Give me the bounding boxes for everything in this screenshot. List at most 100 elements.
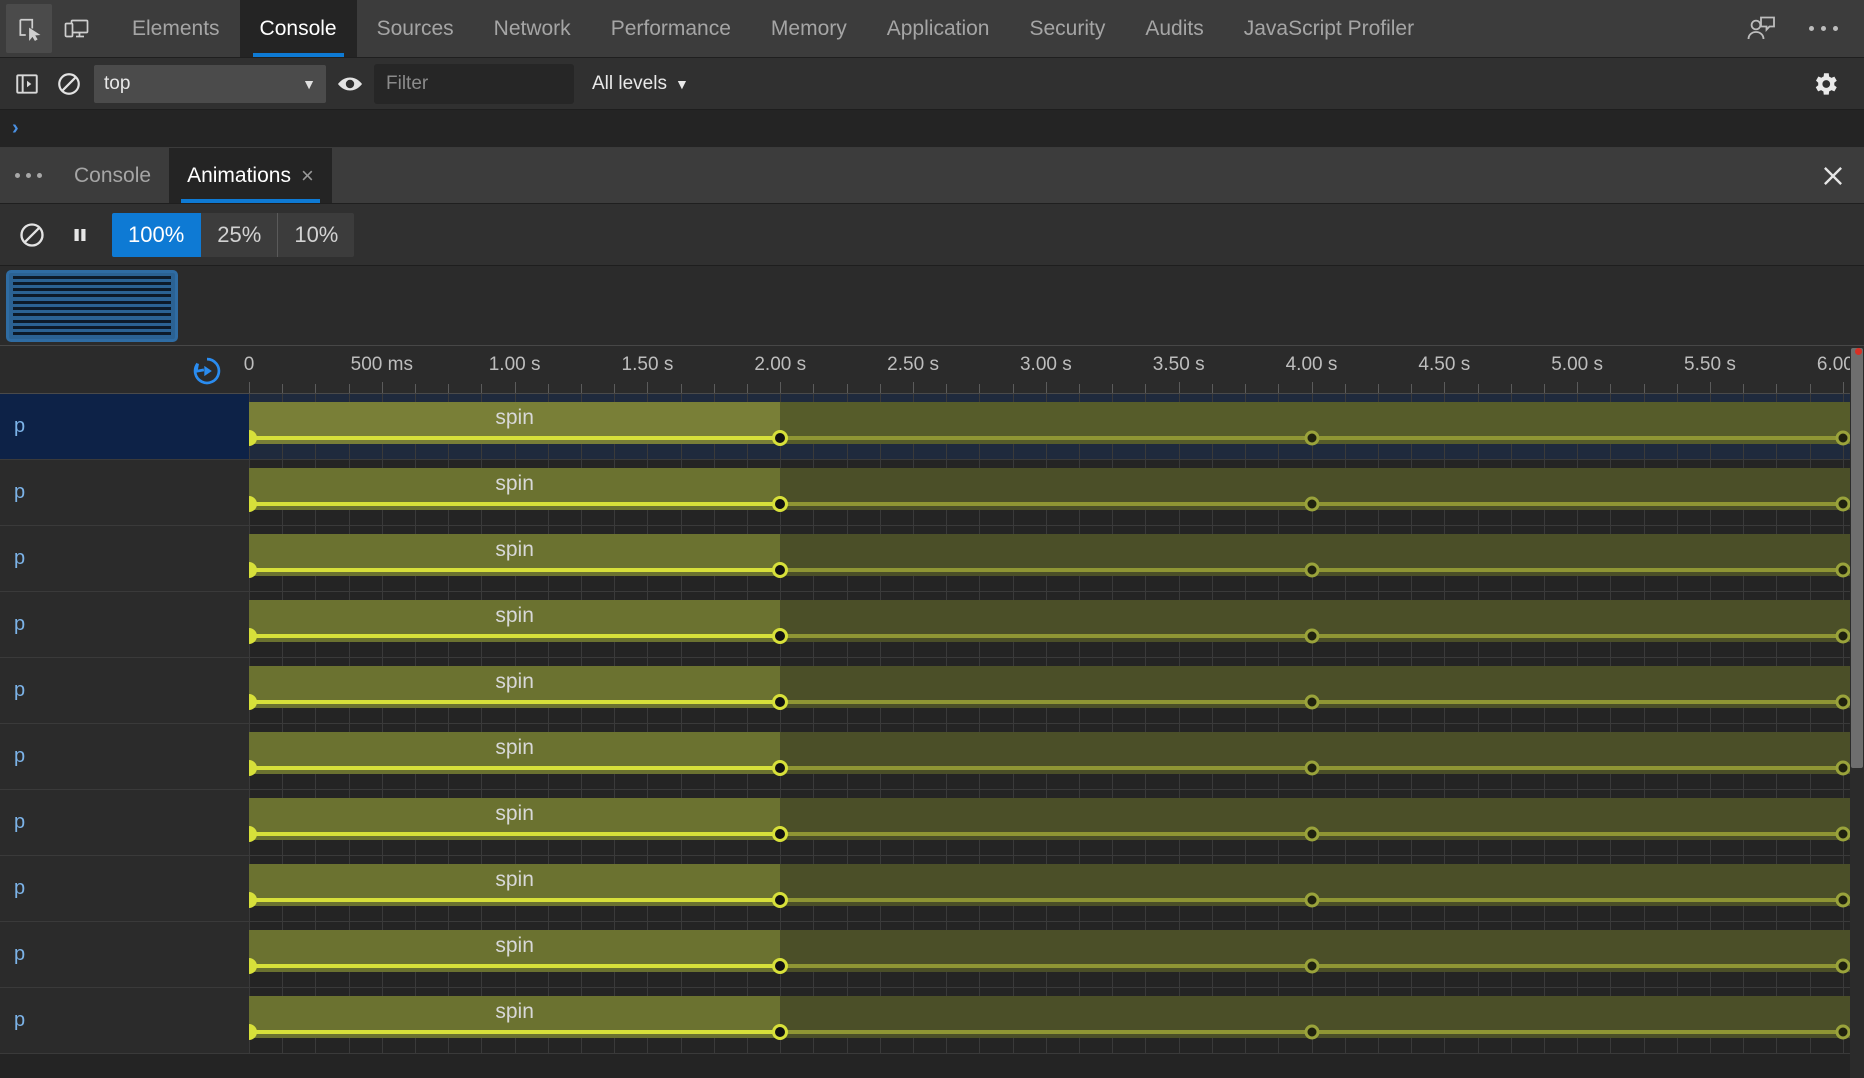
animation-track[interactable]: spin [249,394,1864,459]
speed-100-button[interactable]: 100% [112,212,202,257]
animation-row[interactable]: p spin [0,394,1864,460]
keyframe-iteration-marker[interactable] [1835,628,1851,644]
live-expression-eye-icon[interactable] [326,63,374,105]
animation-row[interactable]: p spin [0,460,1864,526]
keyframe-iteration-marker[interactable] [1304,1024,1319,1040]
close-drawer-icon[interactable] [1802,148,1864,203]
keyframe-iteration-marker[interactable] [1835,958,1851,974]
speed-label: 10% [294,221,339,247]
animation-node-label[interactable]: p [0,988,249,1053]
keyframe-iteration-marker[interactable] [1304,562,1319,578]
animation-row[interactable]: p spin [0,658,1864,724]
animation-node-label[interactable]: p [0,592,249,657]
keyframe-iteration-marker[interactable] [1304,958,1319,974]
tab-performance[interactable]: Performance [591,0,751,57]
keyframe-iteration-marker[interactable] [1304,892,1319,908]
animation-node-label[interactable]: p [0,460,249,525]
animation-track[interactable]: spin [249,460,1864,525]
clear-animations-icon[interactable] [8,212,56,258]
animation-node-label[interactable]: p [0,922,249,987]
animation-track[interactable]: spin [249,856,1864,921]
clear-console-icon[interactable] [48,63,90,105]
console-prompt[interactable]: › [0,110,1864,148]
keyframe-iteration-marker[interactable] [772,694,789,710]
animation-track[interactable]: spin [249,658,1864,723]
tab-elements[interactable]: Elements [112,0,240,57]
more-options-icon[interactable] [1796,0,1850,58]
replay-animation-icon[interactable] [190,354,224,393]
keyframe-iteration-marker[interactable] [772,892,789,908]
animation-track[interactable]: spin [249,922,1864,987]
animation-track[interactable]: spin [249,526,1864,591]
keyframe-iteration-marker[interactable] [1835,1024,1851,1040]
timeline-tick-label: 5.50 s [1684,354,1736,375]
animation-track[interactable]: spin [249,592,1864,657]
keyframe-iteration-marker[interactable] [1835,562,1851,578]
keyframe-iteration-marker[interactable] [772,496,789,512]
animation-node-label[interactable]: p [0,724,249,789]
tab-sources[interactable]: Sources [357,0,474,57]
keyframe-iteration-marker[interactable] [772,562,789,578]
keyframe-iteration-marker[interactable] [1835,892,1851,908]
gear-icon[interactable] [1804,63,1846,105]
keyframe-iteration-marker[interactable] [772,760,789,776]
timeline-ruler[interactable]: 0 500 ms 1.00 s 1.50 s 2.00 s 2.50 s 3.00 s 3.5… [0,346,1864,394]
keyframe-iteration-marker[interactable] [1304,694,1319,710]
keyframe-iteration-marker[interactable] [772,826,789,842]
animation-row[interactable]: p spin [0,790,1864,856]
keyframe-iteration-marker[interactable] [772,958,789,974]
animation-node-label[interactable]: p [0,394,249,459]
animation-node-label[interactable]: p [0,658,249,723]
tab-memory[interactable]: Memory [751,0,867,57]
vertical-scrollbar[interactable] [1850,346,1864,1078]
device-toolbar-icon[interactable] [52,0,102,57]
keyframe-iteration-marker[interactable] [1304,760,1319,776]
keyframe-iteration-marker[interactable] [1835,694,1851,710]
animation-group-preview[interactable] [6,269,178,342]
animation-node-label[interactable]: p [0,790,249,855]
drawer-tab-animations[interactable]: Animations × [169,148,332,203]
keyframe-iteration-marker[interactable] [772,1024,789,1040]
animation-row[interactable]: p spin [0,592,1864,658]
drawer-more-icon[interactable] [0,148,56,203]
keyframe-iteration-marker[interactable] [1304,496,1319,512]
tab-audits[interactable]: Audits [1125,0,1223,57]
drawer-tab-console[interactable]: Console [56,148,169,203]
animation-node-label[interactable]: p [0,856,249,921]
close-tab-icon[interactable]: × [301,164,314,187]
scrollbar-thumb[interactable] [1851,348,1863,768]
animation-track[interactable]: spin [249,790,1864,855]
tab-application[interactable]: Application [867,0,1010,57]
animation-track[interactable]: spin [249,724,1864,789]
tab-network[interactable]: Network [474,0,591,57]
log-level-select[interactable]: All levels ▼ [592,73,689,95]
tab-console[interactable]: Console [239,0,357,57]
preview-stripe [13,288,171,292]
animation-row[interactable]: p spin [0,922,1864,988]
keyframe-iteration-marker[interactable] [1835,430,1851,446]
keyframe-iteration-marker[interactable] [772,628,789,644]
keyframe-iteration-marker[interactable] [1835,826,1851,842]
animation-row[interactable]: p spin [0,724,1864,790]
inspect-element-icon[interactable] [6,4,52,53]
keyframe-iteration-marker[interactable] [1304,628,1319,644]
animation-node-label[interactable]: p [0,526,249,591]
keyframe-iteration-marker[interactable] [1304,430,1319,446]
animation-track[interactable]: spin [249,988,1864,1053]
keyframe-iteration-marker[interactable] [1835,760,1851,776]
pause-icon[interactable] [56,212,104,258]
speed-10-button[interactable]: 10% [278,212,355,257]
tab-javascript-profiler[interactable]: JavaScript Profiler [1224,0,1434,57]
animation-row[interactable]: p spin [0,526,1864,592]
animation-row[interactable]: p spin [0,856,1864,922]
keyframe-iteration-marker[interactable] [1835,496,1851,512]
keyframe-iteration-marker[interactable] [1304,826,1319,842]
animation-row[interactable]: p spin [0,988,1864,1054]
speed-25-button[interactable]: 25% [201,212,279,257]
console-sidebar-icon[interactable] [6,63,48,105]
feedback-person-icon[interactable] [1732,0,1790,58]
tab-security[interactable]: Security [1009,0,1125,57]
execution-context-select[interactable]: top ▼ [94,64,326,103]
search-input[interactable] [374,63,574,104]
keyframe-iteration-marker[interactable] [772,430,789,446]
